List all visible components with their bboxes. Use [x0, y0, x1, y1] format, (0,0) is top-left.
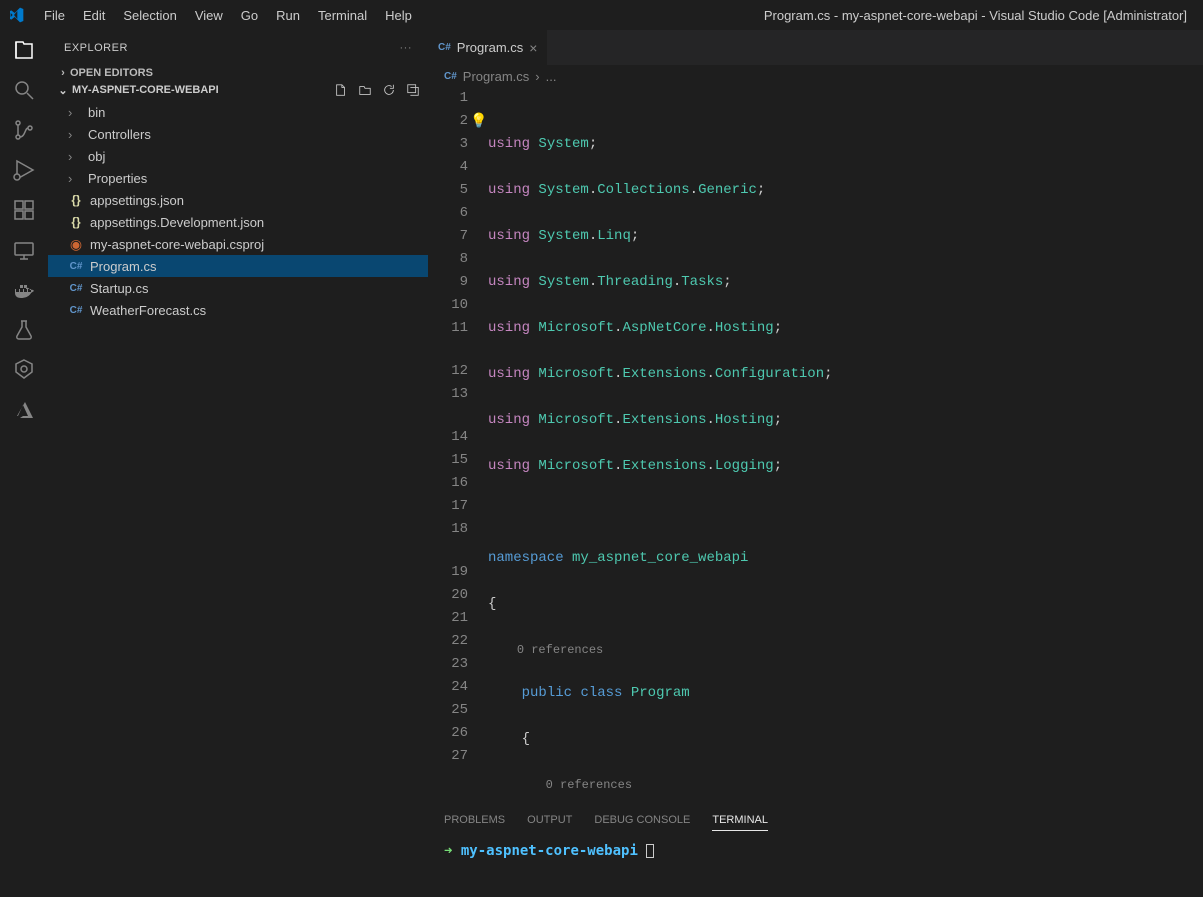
menu-view[interactable]: View [187, 4, 231, 27]
file-label: my-aspnet-core-webapi.csproj [90, 237, 264, 252]
code-editor[interactable]: 1 2 3 4 5 6 7 8 9 10 11 12 13 14 15 16 1… [428, 87, 1203, 805]
file-tree: › bin › Controllers › obj › Properties {… [48, 99, 428, 323]
run-debug-icon[interactable] [12, 158, 36, 182]
editor-tabs: C# Program.cs × [428, 30, 1203, 65]
chevron-right-icon: › [56, 67, 70, 79]
tab-label: Program.cs [457, 40, 523, 55]
menu-file[interactable]: File [36, 4, 73, 27]
project-name: MY-ASPNET-CORE-WEBAPI [72, 84, 219, 96]
new-folder-icon[interactable] [358, 83, 372, 97]
sidebar-header: EXPLORER ··· [48, 30, 428, 65]
prompt-arrow-icon: ➜ [444, 843, 452, 859]
codelens-references[interactable]: 0 references [517, 643, 603, 657]
file-appsettings[interactable]: {} appsettings.json [48, 189, 428, 211]
explorer-icon[interactable] [12, 38, 36, 62]
menu-go[interactable]: Go [233, 4, 266, 27]
folder-controllers[interactable]: › Controllers [48, 123, 428, 145]
refresh-icon[interactable] [382, 83, 396, 97]
json-file-icon: {} [68, 192, 84, 208]
open-editors-section[interactable]: › OPEN EDITORS [48, 65, 428, 81]
csharp-file-icon: C# [68, 280, 84, 296]
chevron-right-icon: › [68, 127, 82, 142]
menu-bar: File Edit Selection View Go Run Terminal… [36, 4, 420, 27]
project-section[interactable]: ⌄ MY-ASPNET-CORE-WEBAPI [48, 81, 428, 99]
menu-selection[interactable]: Selection [115, 4, 184, 27]
folder-label: Controllers [88, 127, 151, 142]
remote-icon[interactable] [12, 238, 36, 262]
lightbulb-icon[interactable]: 💡 [470, 111, 487, 134]
editor-area: C# Program.cs × C# Program.cs › ... 1 2 … [428, 30, 1203, 897]
menu-terminal[interactable]: Terminal [310, 4, 375, 27]
folder-properties[interactable]: › Properties [48, 167, 428, 189]
panel-tab-problems[interactable]: PROBLEMS [444, 814, 505, 831]
file-startup-cs[interactable]: C# Startup.cs [48, 277, 428, 299]
breadcrumb-file: Program.cs [463, 69, 529, 84]
folder-label: obj [88, 149, 105, 164]
title-bar: File Edit Selection View Go Run Terminal… [0, 0, 1203, 30]
activity-bar [0, 30, 48, 897]
breadcrumb-trail: ... [546, 69, 557, 84]
folder-obj[interactable]: › obj [48, 145, 428, 167]
file-label: appsettings.json [90, 193, 184, 208]
breadcrumb-separator: › [535, 69, 539, 84]
sidebar-more-icon[interactable]: ··· [400, 42, 413, 54]
kubernetes-icon[interactable] [12, 358, 36, 382]
chevron-down-icon: ⌄ [56, 84, 70, 97]
open-editors-label: OPEN EDITORS [70, 67, 153, 79]
source-control-icon[interactable] [12, 118, 36, 142]
file-label: WeatherForecast.cs [90, 303, 206, 318]
file-label: appsettings.Development.json [90, 215, 264, 230]
chevron-right-icon: › [68, 105, 82, 120]
new-file-icon[interactable] [334, 83, 348, 97]
menu-run[interactable]: Run [268, 4, 308, 27]
panel-tab-output[interactable]: OUTPUT [527, 814, 572, 831]
tab-program-cs[interactable]: C# Program.cs × [428, 30, 548, 65]
json-file-icon: {} [68, 214, 84, 230]
panel-tab-debug-console[interactable]: DEBUG CONSOLE [594, 814, 690, 831]
file-label: Startup.cs [90, 281, 149, 296]
codelens-references[interactable]: 0 references [546, 778, 632, 792]
close-tab-icon[interactable]: × [529, 40, 537, 56]
file-label: Program.cs [90, 259, 156, 274]
file-program-cs[interactable]: C# Program.cs [48, 255, 428, 277]
panel-tab-terminal[interactable]: TERMINAL [712, 814, 768, 831]
azure-icon[interactable] [12, 398, 36, 422]
chevron-right-icon: › [68, 171, 82, 186]
panel-tabs: PROBLEMS OUTPUT DEBUG CONSOLE TERMINAL [428, 806, 1203, 835]
extensions-icon[interactable] [12, 198, 36, 222]
chevron-right-icon: › [68, 149, 82, 164]
terminal-cursor [646, 844, 654, 858]
docker-icon[interactable] [12, 278, 36, 302]
file-weatherforecast-cs[interactable]: C# WeatherForecast.cs [48, 299, 428, 321]
search-icon[interactable] [12, 78, 36, 102]
menu-help[interactable]: Help [377, 4, 420, 27]
csharp-file-icon: C# [68, 258, 84, 274]
csharp-file-icon: C# [444, 71, 457, 82]
code-content[interactable]: 💡 using System; using System.Collections… [488, 87, 1203, 805]
vscode-logo-icon [8, 7, 24, 23]
csharp-file-icon: C# [438, 42, 451, 53]
folder-label: bin [88, 105, 105, 120]
csharp-file-icon: C# [68, 302, 84, 318]
file-appsettings-dev[interactable]: {} appsettings.Development.json [48, 211, 428, 233]
line-gutter: 1 2 3 4 5 6 7 8 9 10 11 12 13 14 15 16 1… [428, 87, 488, 805]
collapse-icon[interactable] [406, 83, 420, 97]
folder-label: Properties [88, 171, 147, 186]
xml-file-icon: ◉ [68, 236, 84, 252]
sidebar-title: EXPLORER [64, 42, 128, 54]
folder-bin[interactable]: › bin [48, 101, 428, 123]
sidebar: EXPLORER ··· › OPEN EDITORS ⌄ MY-ASPNET-… [48, 30, 428, 897]
prompt-path: my-aspnet-core-webapi [461, 843, 638, 859]
menu-edit[interactable]: Edit [75, 4, 113, 27]
breadcrumb[interactable]: C# Program.cs › ... [428, 65, 1203, 87]
test-icon[interactable] [12, 318, 36, 342]
window-title: Program.cs - my-aspnet-core-webapi - Vis… [420, 8, 1195, 23]
bottom-panel: PROBLEMS OUTPUT DEBUG CONSOLE TERMINAL ➜… [428, 805, 1203, 897]
file-csproj[interactable]: ◉ my-aspnet-core-webapi.csproj [48, 233, 428, 255]
terminal[interactable]: ➜ my-aspnet-core-webapi [428, 835, 1203, 867]
